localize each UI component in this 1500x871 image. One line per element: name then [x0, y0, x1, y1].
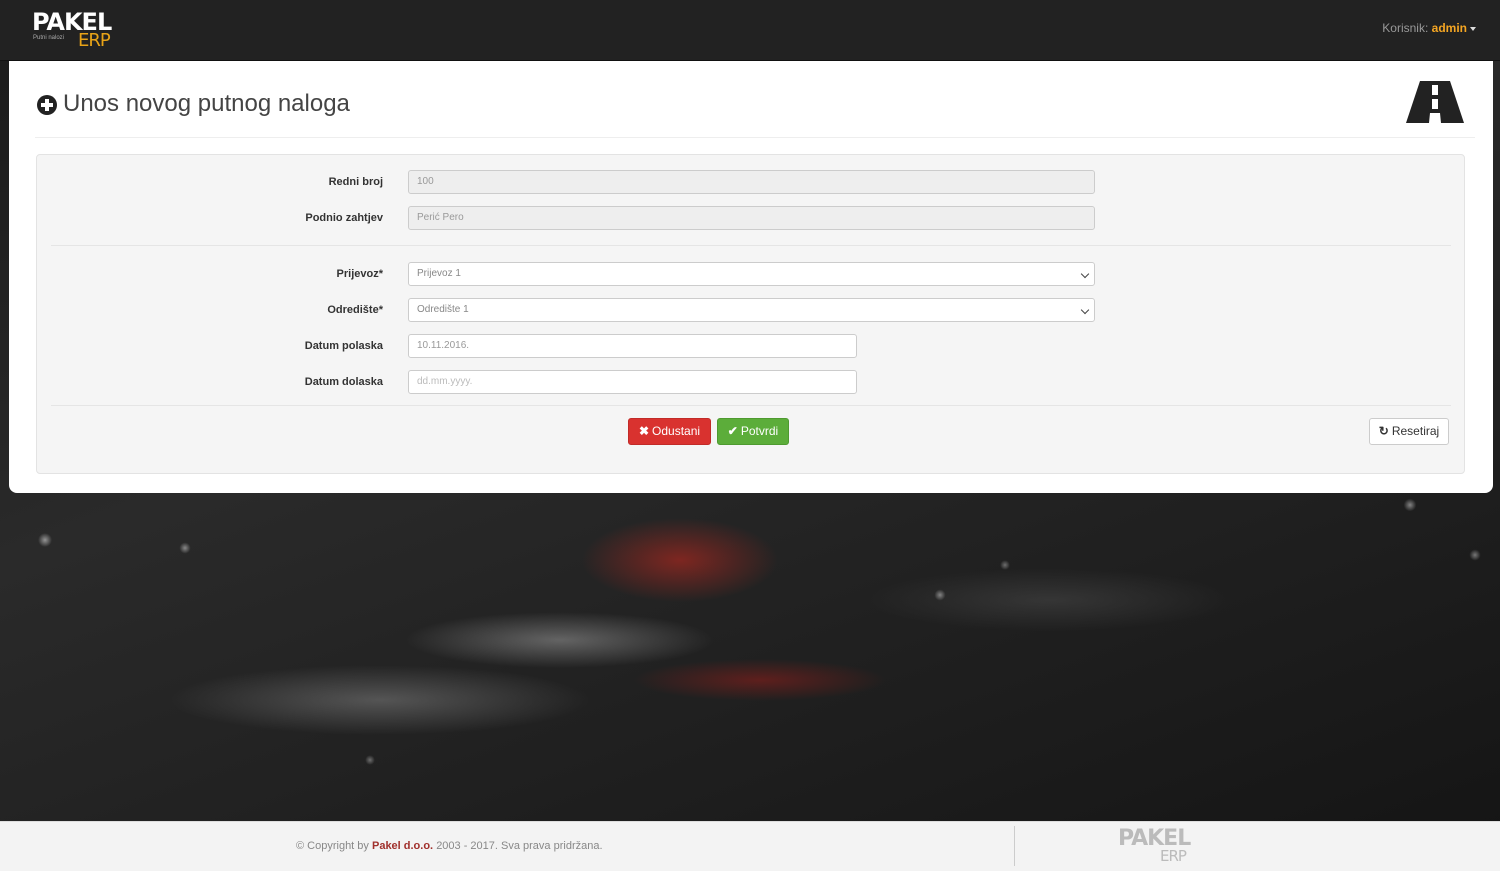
top-navbar: PAKEL Putni nalozi ERP Korisnik: admin: [0, 0, 1500, 61]
datum-dolaska-input[interactable]: dd.mm.yyyy.: [408, 370, 857, 394]
redni-broj-field: 100: [408, 170, 1095, 194]
odrediste-select[interactable]: Odredište 1: [408, 298, 1095, 322]
prijevoz-selected-value: Prijevoz 1: [417, 268, 461, 279]
redni-broj-label: Redni broj: [328, 176, 383, 188]
form-divider: [51, 405, 1451, 406]
reset-button[interactable]: ↻ Resetiraj: [1369, 418, 1449, 445]
page-title: Unos novog putnog naloga: [63, 90, 350, 117]
odrediste-selected-value: Odredište 1: [417, 304, 469, 315]
chevron-down-icon: [1080, 269, 1090, 279]
copyright-suffix: 2003 - 2017. Sva prava pridržana.: [436, 840, 603, 852]
travel-order-form: Redni broj 100 Podnio zahtjev Perić Pero…: [36, 154, 1465, 474]
page-header: Unos novog putnog naloga: [35, 61, 1475, 138]
footer-divider: [1014, 826, 1015, 866]
footer-logo-erp: ERP: [1160, 847, 1187, 865]
cancel-button[interactable]: ✖ Odustani: [628, 418, 711, 445]
user-menu[interactable]: Korisnik: admin: [1382, 21, 1476, 35]
cancel-button-label: Odustani: [652, 424, 701, 438]
footer-logo: PAKEL ERP: [1118, 827, 1198, 867]
caret-down-icon: [1470, 26, 1476, 31]
user-name[interactable]: admin: [1432, 21, 1467, 35]
check-icon: ✔: [727, 424, 738, 438]
odrediste-label: Odredište*: [327, 304, 383, 316]
datum-dolaska-label: Datum dolaska: [304, 376, 383, 388]
prijevoz-select[interactable]: Prijevoz 1: [408, 262, 1095, 286]
podnio-zahtjev-label: Podnio zahtjev: [305, 212, 383, 224]
close-icon: ✖: [638, 424, 650, 438]
copyright-text: © Copyright by Pakel d.o.o. 2003 - 2017.…: [296, 839, 603, 853]
refresh-icon: ↻: [1378, 424, 1389, 438]
pakel-erp-logo[interactable]: PAKEL Putni nalozi ERP: [32, 8, 122, 54]
main-panel: Unos novog putnog naloga Redni broj 100 …: [9, 61, 1493, 493]
road-icon: [1406, 81, 1464, 123]
logo-sub-text: Putni nalozi: [33, 35, 65, 41]
copyright-prefix: © Copyright by: [296, 840, 369, 852]
company-link[interactable]: Pakel d.o.o.: [372, 840, 433, 852]
user-label: Korisnik:: [1382, 21, 1429, 35]
page-footer: © Copyright by Pakel d.o.o. 2003 - 2017.…: [0, 821, 1500, 871]
form-divider: [51, 245, 1451, 246]
logo-erp-text: ERP: [78, 30, 111, 51]
plus-circle-icon: [37, 95, 57, 115]
reset-button-label: Resetiraj: [1391, 424, 1440, 438]
datum-polaska-label: Datum polaska: [304, 340, 383, 352]
datum-polaska-input[interactable]: 10.11.2016.: [408, 334, 857, 358]
chevron-down-icon: [1080, 305, 1090, 315]
prijevoz-label: Prijevoz*: [336, 268, 383, 280]
podnio-zahtjev-field: Perić Pero: [408, 206, 1095, 230]
confirm-button-label: Potvrdi: [740, 424, 779, 438]
confirm-button[interactable]: ✔ Potvrdi: [717, 418, 789, 445]
